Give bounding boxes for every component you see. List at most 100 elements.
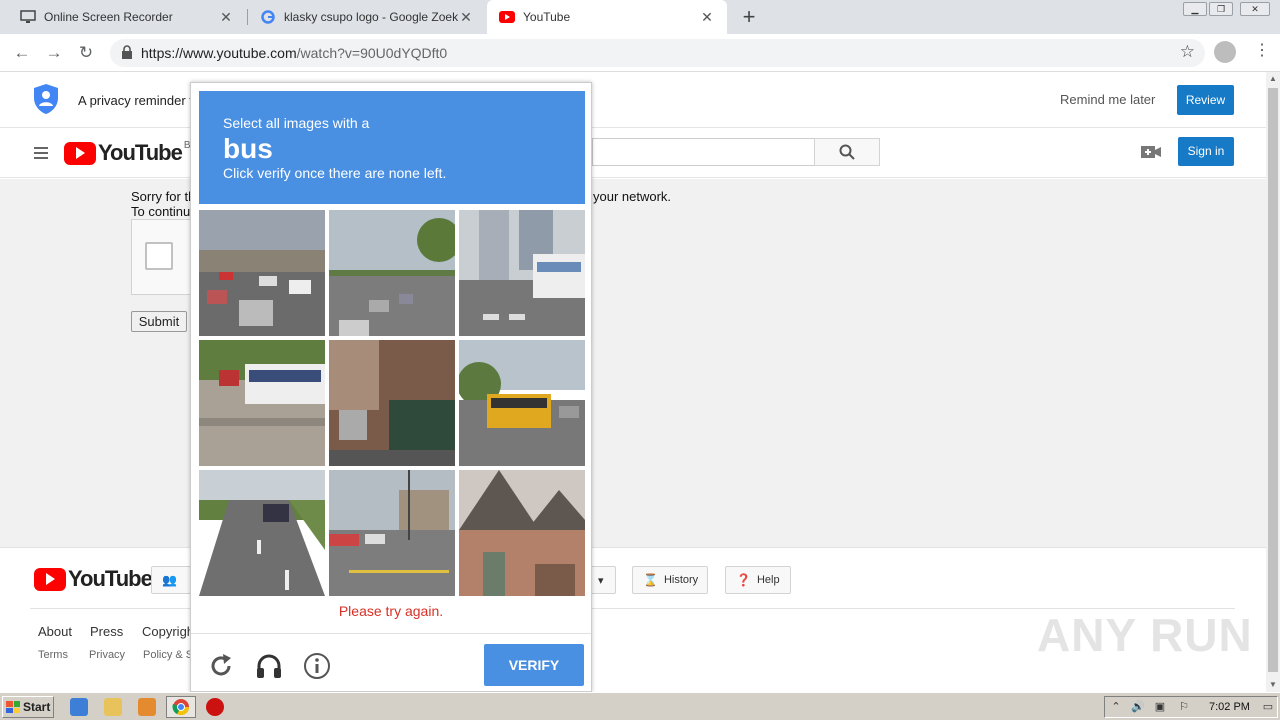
captcha-tile-9[interactable]	[459, 470, 585, 596]
minimize-button[interactable]: ▁	[1183, 2, 1207, 16]
scroll-down-icon[interactable]: ▼	[1266, 678, 1280, 692]
help-icon: ❓	[736, 573, 751, 587]
captcha-tile-8[interactable]	[329, 470, 455, 596]
windows-taskbar: Start ⌃ 🔊 ▣ ⚐ 7:02 PM ▭	[0, 692, 1280, 720]
page-scrollbar[interactable]: ▲ ▼	[1266, 72, 1280, 692]
chrome-icon	[172, 699, 190, 716]
youtube-icon	[499, 9, 515, 25]
windows-logo-icon	[6, 701, 20, 713]
lock-icon	[122, 45, 132, 59]
logo-text: YouTube	[98, 140, 183, 165]
sorry-message: Sorry for th To continu	[131, 189, 195, 219]
tray-expand-icon[interactable]: ⌃	[1109, 700, 1123, 714]
youtube-logo[interactable]: YouTube BE	[64, 140, 197, 166]
footer-logo-text: YouTube	[68, 566, 153, 591]
tab-label: YouTube	[523, 10, 571, 24]
submit-button[interactable]: Submit	[131, 311, 187, 332]
show-desktop-icon[interactable]: ▭	[1261, 700, 1275, 714]
chevron-down-icon: ▾	[598, 574, 604, 587]
volume-icon[interactable]: 🔊	[1131, 700, 1145, 714]
google-g-icon	[260, 9, 276, 25]
forward-arrow-icon[interactable]: →	[42, 41, 66, 65]
new-tab-button[interactable]: +	[737, 4, 761, 30]
tab-label: klasky csupo logo - Google Zoeken	[284, 10, 458, 24]
shield-icon	[34, 84, 58, 114]
footer-link-terms[interactable]: Terms	[38, 649, 68, 661]
footer-link-policy[interactable]: Policy & S	[143, 649, 193, 661]
youtube-play-icon	[34, 567, 66, 591]
sorry-line-2: To continu	[131, 204, 191, 219]
info-icon[interactable]	[303, 652, 331, 680]
browser-tab-bar: Online Screen Recorder ✕ klasky csupo lo…	[0, 0, 1280, 34]
search-icon	[839, 144, 855, 160]
reload-icon[interactable]: ↻	[74, 41, 98, 65]
close-icon[interactable]: ✕	[699, 9, 715, 26]
footer-link-press[interactable]: Press	[90, 624, 123, 639]
dropdown-button[interactable]: ▾	[590, 566, 616, 594]
action-center-flag-icon[interactable]: ⚐	[1177, 700, 1191, 714]
sorry-message-tail: your network.	[593, 189, 672, 204]
headphones-icon[interactable]	[255, 652, 283, 680]
url-text: https://www.youtube.com/watch?v=90U0dYQD…	[141, 45, 447, 61]
footer-link-privacy[interactable]: Privacy	[89, 649, 125, 661]
footer-link-about[interactable]: About	[38, 624, 72, 639]
video-upload-icon[interactable]	[1141, 145, 1161, 159]
captcha-tile-2[interactable]	[329, 210, 455, 336]
menu-kebab-icon[interactable]: ⋮	[1254, 40, 1270, 60]
close-icon[interactable]: ✕	[218, 9, 234, 26]
security-app-icon[interactable]	[206, 698, 224, 716]
start-button[interactable]: Start	[2, 696, 54, 718]
back-arrow-icon[interactable]: ←	[10, 41, 34, 65]
reload-challenge-icon[interactable]	[207, 652, 235, 680]
tab-google-search[interactable]: klasky csupo logo - Google Zoeken ✕	[248, 0, 486, 34]
review-button[interactable]: Review	[1177, 85, 1234, 115]
media-player-icon[interactable]	[138, 698, 156, 716]
hamburger-menu-icon[interactable]	[34, 147, 48, 159]
captcha-tile-3[interactable]	[459, 210, 585, 336]
browser-toolbar: ← → ↻ https://www.youtube.com/watch?v=90…	[0, 34, 1280, 72]
captcha-tile-4[interactable]	[199, 340, 325, 466]
privacy-message: A privacy reminder f	[78, 93, 193, 108]
url-host: https://www.youtube.com	[141, 45, 297, 61]
captcha-tile-7[interactable]	[199, 470, 325, 596]
anyrun-watermark: ANY RUN	[1037, 609, 1253, 661]
scroll-up-icon[interactable]: ▲	[1266, 72, 1280, 86]
internet-explorer-icon[interactable]	[70, 698, 88, 716]
taskbar-clock: 7:02 PM	[1209, 701, 1250, 713]
profile-avatar-icon[interactable]	[1214, 41, 1236, 63]
star-icon[interactable]: ☆	[1180, 42, 1195, 62]
maximize-button[interactable]: ❐	[1209, 2, 1233, 16]
sign-in-button[interactable]: Sign in	[1178, 137, 1234, 166]
challenge-footer: VERIFY	[191, 633, 591, 691]
help-label: Help	[756, 574, 780, 586]
sorry-line-1: Sorry for th	[131, 189, 196, 204]
captcha-tile-6[interactable]	[459, 340, 585, 466]
remind-me-later-link[interactable]: Remind me later	[1060, 92, 1155, 107]
close-window-button[interactable]: ✕	[1240, 2, 1270, 16]
language-button[interactable]: 👥	[151, 566, 191, 594]
search-input[interactable]	[592, 138, 814, 166]
recaptcha-checkbox[interactable]	[145, 242, 173, 270]
challenge-instruction: Select all images with a	[223, 115, 370, 131]
scrollbar-thumb[interactable]	[1268, 88, 1278, 672]
address-bar[interactable]: https://www.youtube.com/watch?v=90U0dYQD…	[110, 39, 1205, 67]
monitor-icon	[20, 9, 36, 25]
search-button[interactable]	[814, 138, 880, 166]
start-label: Start	[23, 700, 51, 714]
history-button[interactable]: ⌛ History	[632, 566, 708, 594]
tab-youtube[interactable]: YouTube ✕	[487, 0, 727, 34]
captcha-tile-5[interactable]	[329, 340, 455, 466]
captcha-tile-1[interactable]	[199, 210, 325, 336]
chrome-taskbar-button[interactable]	[166, 696, 196, 718]
footer-youtube-logo[interactable]: YouTube	[34, 566, 153, 592]
file-explorer-icon[interactable]	[104, 698, 122, 716]
challenge-target: bus	[223, 133, 273, 164]
network-icon[interactable]: ▣	[1153, 700, 1167, 714]
close-icon[interactable]: ✕	[458, 9, 474, 26]
help-button[interactable]: ❓ Help	[725, 566, 791, 594]
recaptcha-challenge: Select all images with a bus Click verif…	[190, 82, 592, 692]
challenge-hint: Click verify once there are none left.	[223, 165, 447, 181]
tab-online-screen-recorder[interactable]: Online Screen Recorder ✕	[0, 0, 246, 34]
footer-link-copyright[interactable]: Copyrigh	[142, 624, 194, 639]
verify-button[interactable]: VERIFY	[484, 644, 584, 686]
